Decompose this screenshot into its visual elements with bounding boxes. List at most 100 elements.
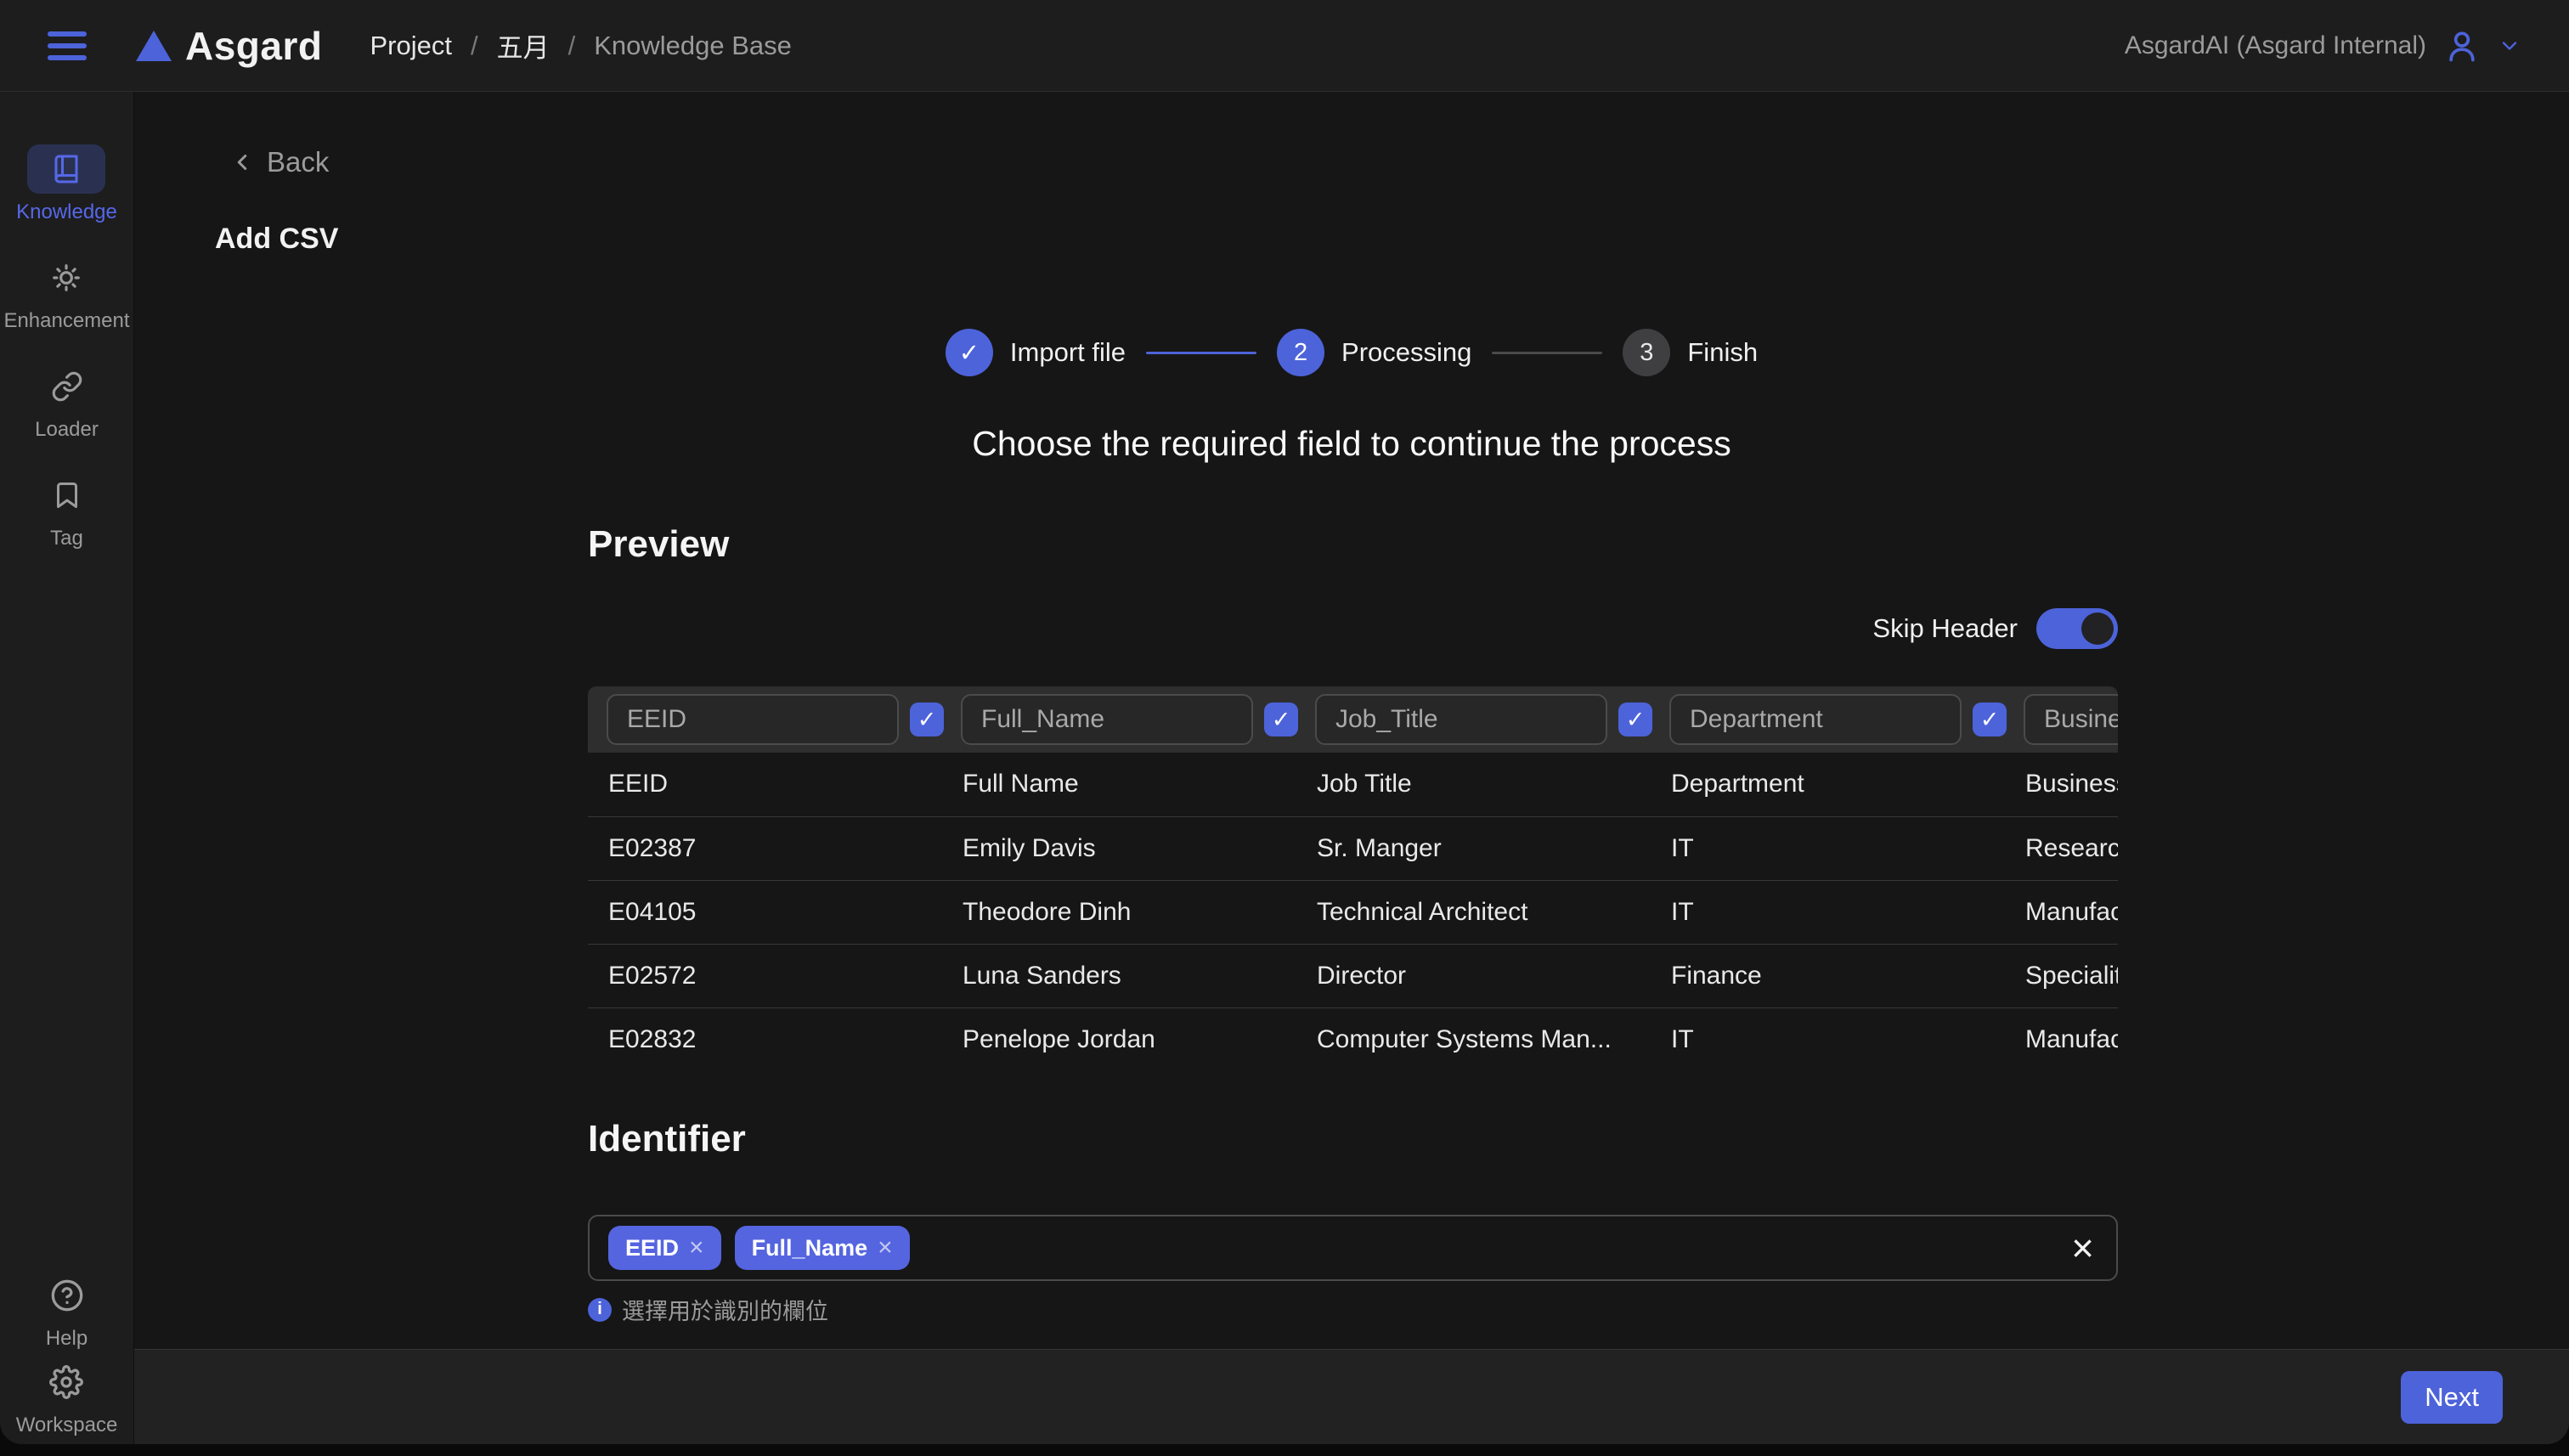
gear-icon: [49, 1365, 83, 1399]
table-cell: Luna Sanders: [942, 945, 1296, 1007]
brand-name: Asgard: [185, 23, 322, 69]
bookmark-icon: [52, 480, 82, 511]
preview-table-header: ✓ ✓ ✓ ✓: [588, 686, 2118, 753]
sidebar-item-knowledge[interactable]: Knowledge: [16, 144, 117, 224]
step-number: 3: [1623, 329, 1670, 376]
preview-title: Preview: [588, 523, 2118, 566]
chip-label: EEID: [625, 1235, 679, 1261]
table-cell: Job Title: [1296, 753, 1651, 816]
breadcrumb: Project / 五月 / Knowledge Base: [370, 26, 791, 65]
table-cell: Manufactu: [2005, 881, 2118, 944]
table-cell: Full Name: [942, 753, 1296, 816]
sidebar-item-label: Help: [46, 1327, 88, 1351]
step-label: Import file: [1010, 337, 1126, 368]
skip-header-toggle[interactable]: [2036, 608, 2118, 649]
column-header-department: ✓: [1651, 686, 2005, 753]
identifier-input[interactable]: EEID × Full_Name × ×: [588, 1215, 2118, 1281]
account-menu[interactable]: AsgardAI (Asgard Internal): [2125, 27, 2521, 65]
next-button[interactable]: Next: [2401, 1371, 2503, 1424]
table-cell: IT: [1651, 1008, 2005, 1071]
identifier-hint: 選擇用於識別的欄位: [622, 1293, 828, 1326]
column-field-input[interactable]: [2024, 694, 2118, 745]
column-checkbox[interactable]: ✓: [910, 703, 944, 736]
toggle-knob: [2081, 612, 2114, 645]
skip-header-row: Skip Header: [588, 608, 2118, 649]
step-import-file: ✓ Import file: [946, 329, 1126, 376]
sidebar-item-help[interactable]: Help: [28, 1271, 106, 1351]
table-cell: Theodore Dinh: [942, 881, 1296, 944]
sidebar-item-tag[interactable]: Tag: [28, 471, 106, 550]
link-icon: [51, 370, 83, 403]
table-cell: E02572: [588, 945, 942, 1007]
step-label: Finish: [1687, 337, 1758, 368]
app-window: Asgard Project / 五月 / Knowledge Base Asg…: [0, 0, 2569, 1444]
table-row: EEID Full Name Job Title Department Busi…: [588, 753, 2118, 816]
help-circle-icon: [50, 1278, 84, 1312]
topbar: Asgard Project / 五月 / Knowledge Base Asg…: [0, 0, 2569, 92]
identifier-chip: EEID ×: [608, 1226, 721, 1270]
breadcrumb-section: Knowledge Base: [594, 31, 792, 61]
chevron-left-icon: [229, 150, 255, 175]
preview-table: ✓ ✓ ✓ ✓: [588, 686, 2118, 1071]
table-row: E02832 Penelope Jordan Computer Systems …: [588, 1007, 2118, 1071]
step-connector: [1146, 352, 1256, 354]
table-cell: Manufactu: [2005, 1008, 2118, 1071]
clear-identifier-icon[interactable]: ×: [2071, 1228, 2094, 1267]
page-title: Add CSV: [215, 223, 2569, 256]
step-label: Processing: [1341, 337, 1471, 368]
table-cell: IT: [1651, 817, 2005, 880]
chevron-down-icon[interactable]: [2498, 34, 2521, 58]
sidebar-item-workspace[interactable]: Workspace: [16, 1357, 118, 1437]
breadcrumb-month[interactable]: 五月: [497, 26, 550, 65]
sidebar-item-enhancement[interactable]: Enhancement: [3, 253, 129, 333]
column-field-input[interactable]: [607, 694, 899, 745]
column-checkbox[interactable]: ✓: [1618, 703, 1652, 736]
column-checkbox[interactable]: ✓: [1973, 703, 2007, 736]
step-connector: [1492, 352, 1602, 354]
sun-icon: [50, 262, 82, 294]
table-cell: IT: [1651, 881, 2005, 944]
info-icon: i: [588, 1298, 612, 1322]
back-label: Back: [267, 146, 329, 178]
column-checkbox[interactable]: ✓: [1264, 703, 1298, 736]
book-icon: [51, 154, 82, 184]
column-field-input[interactable]: [1669, 694, 1962, 745]
logo-triangle-icon: [136, 31, 172, 61]
table-cell: Business: [2005, 753, 2118, 816]
table-cell: EEID: [588, 753, 942, 816]
step-processing: 2 Processing: [1277, 329, 1471, 376]
table-cell: E02832: [588, 1008, 942, 1071]
chip-remove-icon[interactable]: ×: [689, 1233, 704, 1262]
breadcrumb-separator: /: [471, 31, 478, 61]
table-row: E02387 Emily Davis Sr. Manger IT Researc…: [588, 816, 2118, 880]
column-field-input[interactable]: [961, 694, 1253, 745]
step-number: 2: [1277, 329, 1324, 376]
table-cell: E04105: [588, 881, 942, 944]
footer-bar: Next: [134, 1349, 2569, 1444]
sidebar-item-label: Loader: [35, 418, 99, 442]
table-cell: Penelope Jordan: [942, 1008, 1296, 1071]
chip-remove-icon[interactable]: ×: [878, 1233, 893, 1262]
step-finish: 3 Finish: [1623, 329, 1758, 376]
breadcrumb-project[interactable]: Project: [370, 31, 451, 61]
column-field-input[interactable]: [1315, 694, 1607, 745]
sidebar-item-label: Workspace: [16, 1414, 118, 1437]
table-cell: E02387: [588, 817, 942, 880]
table-row: E04105 Theodore Dinh Technical Architect…: [588, 880, 2118, 944]
sidebar-item-loader[interactable]: Loader: [28, 362, 106, 442]
account-name: AsgardAI (Asgard Internal): [2125, 31, 2426, 60]
sidebar: Knowledge Enhancement Lo: [0, 92, 134, 1444]
breadcrumb-separator: /: [568, 31, 576, 61]
skip-header-label: Skip Header: [1872, 613, 2018, 644]
sidebar-item-label: Enhancement: [3, 309, 129, 333]
back-button[interactable]: Back: [229, 146, 329, 178]
user-icon[interactable]: [2443, 27, 2481, 65]
column-header-job-title: ✓: [1296, 686, 1651, 753]
identifier-title: Identifier: [588, 1118, 2118, 1160]
sidebar-item-label: Knowledge: [16, 200, 117, 224]
table-cell: Speciality: [2005, 945, 2118, 1007]
table-cell: Research: [2005, 817, 2118, 880]
table-cell: Finance: [1651, 945, 2005, 1007]
column-header-eeid: ✓: [588, 686, 942, 753]
menu-icon[interactable]: [48, 31, 87, 60]
